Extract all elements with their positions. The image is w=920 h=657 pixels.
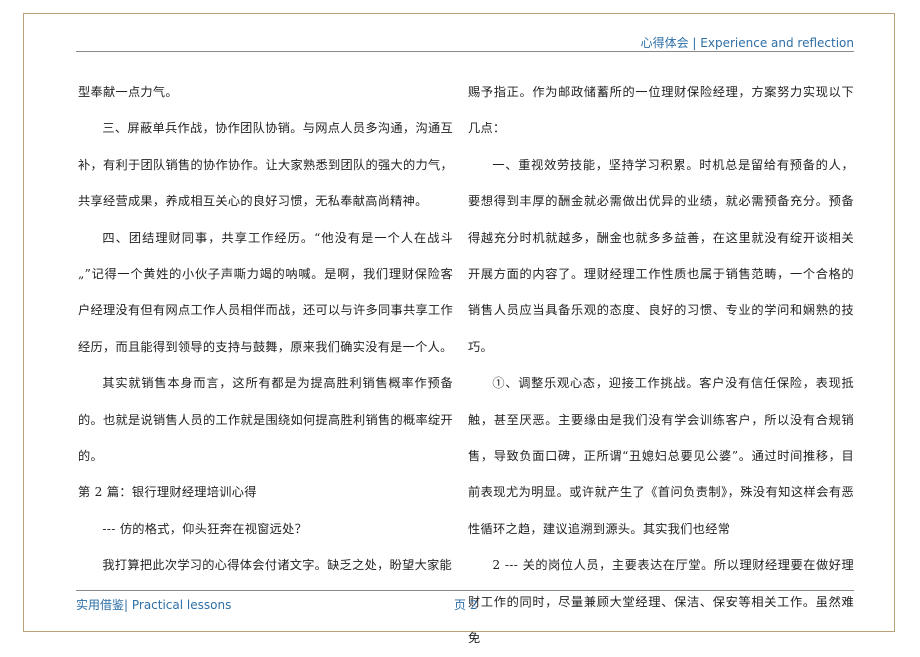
header-divider [76,51,854,52]
paragraph: 型奉献一点力气。 [78,85,178,99]
section-heading: 第 2 篇：银行理财经理培训心得 [78,485,257,500]
paragraph: 一、重视效劳技能，坚持学习积累。时机总是留给有预备的人，要想得到丰厚的酬金就必需… [468,157,854,354]
left-column: 型奉献一点力气。 三、屏蔽单兵作战，协作团队协销。与网点人员多沟通，沟通互补，有… [78,74,453,584]
footer-label: 实用借鉴| Practical lessons [76,598,232,612]
page-header: 心得体会 | Experience and reflection [640,36,854,50]
paragraph: 2 --- 关的岗位人员，主要表达在厅堂。所以理财经理要在做好理财工作的同时，尽… [468,558,854,646]
paragraph: --- 仿的格式，仰头狂奔在视窗远处？ [102,521,308,536]
paragraph: ①、调整乐观心态，迎接工作挑战。客户没有信任保险，表现抵触，甚至厌恶。主要缘由是… [468,376,854,536]
right-column: 赐予指正。作为邮政储蓄所的一位理财保险经理，方案努力实现以下几点： 一、重视效劳… [468,74,854,657]
footer-divider [76,590,854,591]
paragraph: 其实就销售本身而言，这所有都是为提高胜利销售概率作预备的。也就是说销售人员的工作… [78,376,453,464]
paragraph: 四、团结理财同事，共享工作经历。“他没有是一个人在战斗„”记得一个黄姓的小伙子声… [78,230,453,354]
paragraph: 我打算把此次学习的心得体会付诸文字。缺乏之处，盼望大家能 [102,558,453,573]
page-number: 页 2 [454,598,478,612]
paragraph: 三、屏蔽单兵作战，协作团队协销。与网点人员多沟通，沟通互补，有利于团队销售的协作… [78,121,453,209]
paragraph: 赐予指正。作为邮政储蓄所的一位理财保险经理，方案努力实现以下几点： [468,85,854,136]
